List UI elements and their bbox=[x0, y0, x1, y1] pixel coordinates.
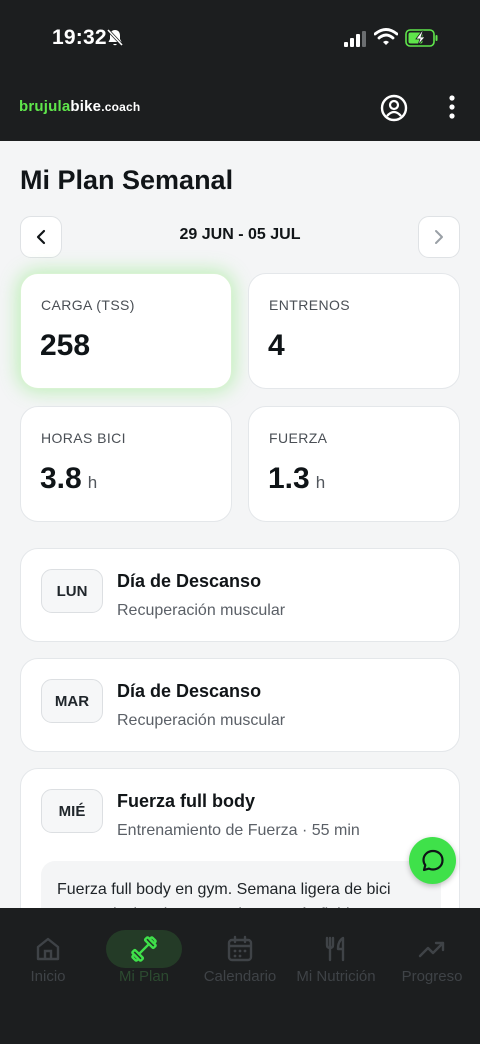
stat-unit: h bbox=[315, 473, 326, 492]
stat-unit: h bbox=[87, 473, 98, 492]
day-title: Fuerza full body bbox=[117, 791, 256, 811]
page-title: Mi Plan Semanal bbox=[20, 165, 234, 195]
nav-label: Inicio bbox=[30, 968, 66, 985]
battery-charging-icon bbox=[405, 29, 438, 47]
day-title: Día de Descanso bbox=[117, 681, 262, 701]
day-card-wednesday[interactable]: MIÉ Fuerza full body Entrenamiento de Fu… bbox=[20, 768, 460, 908]
app-header: brujulabike.coach bbox=[0, 78, 480, 141]
stat-card-bike-hours[interactable]: HORAS BICI 3.8 h bbox=[20, 406, 232, 522]
chevron-right-icon bbox=[435, 230, 443, 244]
stat-card-load[interactable]: CARGA (TSS) 258 bbox=[20, 273, 232, 389]
chat-button[interactable] bbox=[409, 837, 456, 884]
stat-label: FUERZA bbox=[269, 430, 328, 446]
day-badge: MAR bbox=[41, 679, 103, 723]
trending-up-icon bbox=[418, 941, 445, 958]
nav-item-nutrition[interactable]: Mi Nutrición bbox=[288, 908, 384, 998]
day-card-monday[interactable]: LUN Día de Descanso Recuperación muscula… bbox=[20, 548, 460, 642]
nav-label: Mi Nutrición bbox=[296, 968, 376, 985]
day-badge: LUN bbox=[41, 569, 103, 613]
previous-week-button[interactable] bbox=[20, 216, 62, 258]
day-subtitle: Entrenamiento de Fuerza · 55 min bbox=[117, 822, 360, 839]
dumbbell-icon bbox=[131, 936, 157, 962]
day-subtitle: Recuperación muscular bbox=[117, 712, 286, 729]
stat-value: 258 bbox=[40, 329, 91, 362]
nav-label: Progreso bbox=[401, 968, 463, 985]
utensils-icon bbox=[325, 936, 345, 962]
main-content[interactable]: Mi Plan Semanal 29 JUN - 05 JUL CARGA (T… bbox=[0, 141, 480, 908]
next-week-button[interactable] bbox=[418, 216, 460, 258]
day-subtitle: Recuperación muscular bbox=[117, 602, 286, 619]
stat-value: 3.8 h bbox=[40, 462, 98, 495]
calendar-icon bbox=[227, 935, 253, 962]
nav-item-home[interactable]: Inicio bbox=[0, 908, 96, 998]
chevron-left-icon bbox=[36, 229, 46, 245]
wifi-icon bbox=[374, 28, 398, 45]
day-badge: MIÉ bbox=[41, 789, 103, 833]
stat-value: 4 bbox=[268, 329, 285, 362]
more-vertical-icon[interactable] bbox=[440, 93, 464, 123]
week-range: 29 JUN - 05 JUL bbox=[179, 226, 301, 243]
profile-icon[interactable] bbox=[380, 93, 408, 123]
nav-item-calendar[interactable]: Calendario bbox=[192, 908, 288, 998]
stat-label: CARGA (TSS) bbox=[41, 297, 135, 313]
bottom-navigation: Inicio Mi Plan Calendario Mi Nutrición P… bbox=[0, 908, 480, 1044]
status-time: 19:32 bbox=[52, 26, 107, 49]
stat-label: HORAS BICI bbox=[41, 430, 126, 446]
stat-card-strength[interactable]: FUERZA 1.3 h bbox=[248, 406, 460, 522]
day-card-tuesday[interactable]: MAR Día de Descanso Recuperación muscula… bbox=[20, 658, 460, 752]
signal-icon bbox=[344, 31, 366, 47]
stat-label: ENTRENOS bbox=[269, 297, 350, 313]
chat-bubble-icon bbox=[421, 849, 444, 871]
stat-card-workouts[interactable]: ENTRENOS 4 bbox=[248, 273, 460, 389]
stat-value: 1.3 h bbox=[268, 462, 326, 495]
nav-item-progress[interactable]: Progreso bbox=[384, 908, 480, 998]
home-icon bbox=[36, 937, 60, 961]
brujulabike-logo[interactable]: brujulabike.coach bbox=[19, 98, 140, 115]
bell-muted-icon bbox=[106, 28, 124, 47]
nav-label: Calendario bbox=[203, 968, 277, 985]
day-description: Fuerza full body en gym. Semana ligera d… bbox=[41, 861, 441, 908]
day-title: Día de Descanso bbox=[117, 571, 262, 591]
nav-item-my-plan[interactable]: Mi Plan bbox=[96, 908, 192, 998]
status-bar: 19:32 bbox=[0, 0, 480, 78]
nav-label: Mi Plan bbox=[118, 968, 170, 985]
